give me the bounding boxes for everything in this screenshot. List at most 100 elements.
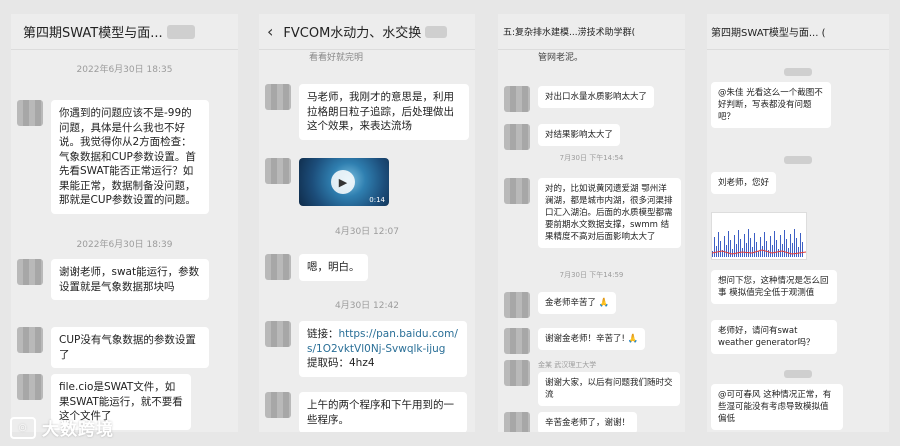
thumbnail-bar	[720, 241, 721, 257]
thumbnail-bar	[764, 232, 765, 257]
chat-header: 五:复杂排水建模...涝技术助学群(	[498, 14, 685, 50]
message-bubble: 谢谢金老师！辛苦了! 🙏	[538, 328, 646, 350]
thumbnail-bar	[760, 237, 761, 257]
message-row: ▶ 0:14	[265, 158, 471, 206]
avatar[interactable]	[504, 412, 530, 432]
video-message[interactable]: ▶ 0:14	[299, 158, 389, 206]
thumbnail-bar	[736, 244, 737, 257]
message-text: 谢谢金老师！辛苦了!	[545, 334, 625, 344]
message-row: 对结果影响太大了	[504, 124, 681, 150]
avatar[interactable]	[265, 254, 291, 280]
chat-title: FVCOM水动力、水交换	[283, 26, 422, 41]
message-row: 谢谢老师，swat能运行，参数设置就是气象数据那块吗	[17, 259, 234, 300]
thumbnail-bar	[784, 230, 785, 257]
avatar[interactable]	[265, 321, 291, 347]
message-row: 金老师辛苦了 🙏	[504, 292, 681, 318]
screenshot-thumbnail[interactable]	[711, 212, 807, 260]
chat-header: ‹ FVCOM水动力、水交换	[259, 14, 475, 50]
message-row: 老师好，请问有swat weather generator吗？	[711, 320, 885, 354]
watermark-logo-icon: ◎	[10, 416, 36, 439]
message-bubble: 金老师辛苦了 🙏	[538, 292, 617, 314]
avatar[interactable]	[17, 374, 43, 400]
thumbnail-bar	[792, 243, 793, 257]
partial-message: 看看好就完明	[309, 53, 364, 63]
thumbnail-bar	[800, 233, 801, 257]
thumbnail-bar	[714, 237, 715, 257]
avatar[interactable]	[504, 360, 530, 386]
message-row: 嗯，明白。	[265, 254, 471, 281]
avatar[interactable]	[265, 158, 291, 184]
back-arrow-icon[interactable]: ‹	[267, 22, 273, 41]
avatar[interactable]	[17, 327, 43, 353]
message-row: 你遇到的问题应该不是-99的问题，具体是什么我也不好说。我觉得你从2方面检查：气…	[17, 100, 234, 214]
salute-emoji-icon: 🙏	[627, 334, 639, 344]
message-row: CUP没有气象数据的参数设置了	[17, 327, 234, 368]
message-bubble: 刘老师，您好	[711, 172, 777, 194]
avatar[interactable]	[504, 178, 530, 204]
blurred-name	[425, 25, 448, 38]
timestamp: 4月30日 12:42	[335, 301, 399, 311]
chat-panel-2: ‹ FVCOM水动力、水交换 看看好就完明 马老师，我刚才的意思是，利用拉格朗日…	[259, 14, 475, 432]
link-message: 链接：https://pan.baidu.com/s/1O2vktVl0Nj-S…	[299, 321, 467, 377]
thumbnail-bar	[750, 238, 751, 257]
message-bubble: 谢谢大家，以后有问题我们随时交流	[538, 372, 680, 406]
message-row: @朱佳 光看这么一个截图不好判断，写表都没有问题吧？	[711, 82, 885, 128]
thumbnail-bar	[782, 244, 783, 257]
message-row: 上午的两个程序和下午用到的一些程序。	[265, 392, 471, 432]
chat-title: 第四期SWAT模型与面...	[23, 26, 163, 41]
chat-header: 第四期SWAT模型与面... (	[707, 14, 889, 50]
thumbnail-bar	[712, 251, 713, 257]
message-row: 链接：https://pan.baidu.com/s/1O2vktVl0Nj-S…	[265, 321, 471, 377]
watermark-text: 大数跨境	[42, 420, 114, 440]
message-bubble: 老师好，请问有swat weather generator吗？	[711, 320, 837, 354]
message-bubble: CUP没有气象数据的参数设置了	[51, 327, 209, 368]
avatar[interactable]	[504, 292, 530, 318]
chat-panel-3: 五:复杂排水建模...涝技术助学群( 管网老泥。 对出口水量水质影响太大了 对结…	[498, 14, 685, 432]
thumbnail-bar	[758, 251, 759, 257]
avatar[interactable]	[504, 124, 530, 150]
thumbnail-bar	[772, 245, 773, 257]
message-row	[711, 212, 885, 260]
message-bubble: 对出口水量水质影响太大了	[538, 86, 655, 108]
thumbnail-bar	[756, 242, 757, 257]
thumbnail-bar	[780, 235, 781, 257]
play-icon[interactable]: ▶	[331, 170, 355, 194]
thumbnail-bar	[744, 234, 745, 257]
message-bubble: 你遇到的问题应该不是-99的问题，具体是什么我也不好说。我觉得你从2方面检查：气…	[51, 100, 209, 214]
message-text: 金老师辛苦了	[545, 298, 597, 308]
avatar[interactable]	[504, 328, 530, 354]
thumbnail-bar	[730, 240, 731, 257]
message-row: 辛苦金老师了，谢谢！	[504, 412, 681, 432]
timestamp: 7月30日 下午14:54	[559, 154, 624, 162]
thumbnail-bar	[774, 231, 775, 257]
message-bubble: @可可春风 这种情况正常，有些湿可能没有考虑导致模拟值偏低	[711, 384, 843, 430]
message-row: 对的，比如说黄冈遗爱湖 鄂州洋澜湖，都是城市内湖，很多河渠排口汇入湖泊。后面的水…	[504, 178, 681, 248]
avatar[interactable]	[504, 86, 530, 112]
thumbnail-bar	[724, 236, 725, 257]
thumbnail-bar	[768, 250, 769, 257]
thumbnail-bar	[794, 229, 795, 257]
chart-image	[712, 229, 806, 257]
message-row: @可可春风 这种情况正常，有些湿可能没有考虑导致模拟值偏低	[711, 384, 885, 430]
timestamp: 7月30日 下午14:59	[559, 271, 624, 279]
thumbnail-bar	[746, 243, 747, 257]
timestamp-blurred	[707, 68, 889, 79]
avatar[interactable]	[265, 392, 291, 418]
chat-title: 五:复杂排水建模...涝技术助学群(	[503, 28, 636, 38]
timestamp: 2022年6月30日 18:39	[76, 240, 173, 250]
message-row: 对出口水量水质影响太大了	[504, 86, 681, 112]
chat-panel-1: 第四期SWAT模型与面... 2022年6月30日 18:35 你遇到的问题应该…	[11, 14, 238, 432]
thumbnail-bar	[740, 239, 741, 257]
avatar[interactable]	[265, 84, 291, 110]
partial-message: 管网老泥。	[538, 53, 584, 63]
message-bubble: @朱佳 光看这么一个截图不好判断，写表都没有问题吧？	[711, 82, 831, 128]
timestamp-blurred	[707, 370, 889, 381]
thumbnail-bar	[718, 232, 719, 257]
avatar[interactable]	[17, 100, 43, 126]
avatar[interactable]	[17, 259, 43, 285]
message-bubble: 嗯，明白。	[299, 254, 368, 281]
code-value: 4hz4	[349, 357, 375, 369]
message-bubble: 对结果影响太大了	[538, 124, 621, 146]
thumbnail-bar	[716, 246, 717, 257]
thumbnail-bar	[786, 239, 787, 257]
